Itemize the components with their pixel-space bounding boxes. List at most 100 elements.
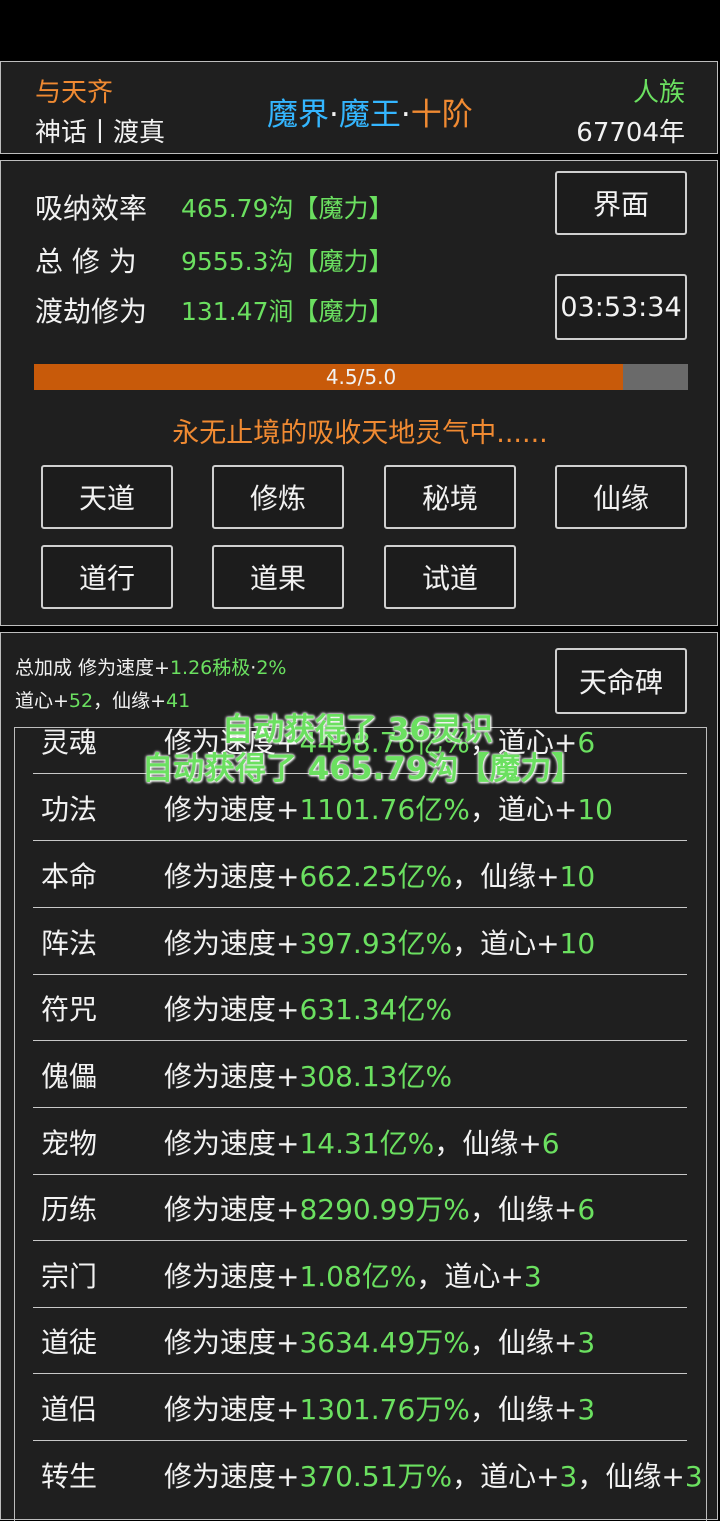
bonus-row-desc: 修为速度+397.93亿%，道心+10: [164, 922, 595, 962]
bonus-row: 转生 修为速度+370.51万%，道心+3，仙缘+3: [33, 1441, 703, 1508]
action-daoxing[interactable]: 道行: [41, 545, 173, 609]
action-xianyuan[interactable]: 仙缘: [555, 465, 687, 529]
bonus-row-extra-label: ，道心+: [416, 1260, 524, 1293]
bonus-row-value: 1.08亿%: [299, 1260, 417, 1293]
bonus-row-prefix: 修为速度+: [164, 1193, 300, 1226]
bonus-row-extra2-val: 3: [684, 1460, 703, 1493]
bonus-row-prefix: 修为速度+: [164, 860, 300, 893]
bonus-row-prefix: 修为速度+: [164, 1326, 300, 1359]
bonus-row-extra2-label: ，仙缘+: [577, 1460, 685, 1493]
years-label: 67704年: [576, 118, 685, 148]
bonus-row-extra-label: ，道心+: [452, 927, 560, 960]
bonus-row-extra-val: 6: [577, 1193, 596, 1226]
interface-button[interactable]: 界面: [555, 171, 687, 235]
bonus-row-prefix: 修为速度+: [164, 1460, 300, 1493]
bonus-row-desc: 修为速度+1301.76万%，仙缘+3: [164, 1388, 595, 1428]
bonus-row-name: 本命: [41, 860, 98, 893]
world-dot-2: ·: [400, 97, 411, 133]
bonus-row-desc: 修为速度+370.51万%，道心+3，仙缘+3: [164, 1455, 703, 1495]
world-part-1: 魔界: [267, 97, 329, 133]
bonus-row: 宗门 修为速度+1.08亿%，道心+3: [33, 1241, 687, 1308]
bonus-row-extra-label: ，道心+: [469, 793, 578, 826]
stele-button[interactable]: 天命碑: [555, 648, 687, 714]
bonus-row-value: 3634.49万%: [299, 1326, 470, 1359]
bonus-row-name: 道徒: [41, 1326, 98, 1359]
stat-value-absorb: 465.79沟【魔力】: [181, 194, 394, 223]
bonus-row-extra-label: ，仙缘+: [434, 1127, 542, 1160]
bonus-row-value: 370.51万%: [299, 1460, 453, 1493]
bonus-row-prefix: 修为速度+: [164, 1127, 300, 1160]
bonus-row: 宠物 修为速度+14.31亿%，仙缘+6: [33, 1108, 687, 1175]
bonus-row: 阵法 修为速度+397.93亿%，道心+10: [33, 908, 687, 975]
stat-label-tribulation: 渡劫修为: [35, 295, 148, 328]
bonus-row: 本命 修为速度+662.25亿%，仙缘+10: [33, 841, 687, 908]
progress-text: 4.5/5.0: [325, 365, 397, 389]
bonus-row-value: 631.34亿%: [299, 993, 453, 1026]
bonus-row-extra-val: 10: [559, 860, 596, 893]
bonus-row-name: 阵法: [41, 927, 98, 960]
bonus-prefix: 总加成 修为速度+: [15, 657, 170, 679]
bonus-row-desc: 修为速度+1.08亿%，道心+3: [164, 1255, 542, 1295]
world-part-2: 魔王: [338, 97, 401, 133]
progress-bar: 4.5/5.0: [34, 364, 688, 390]
bonus-row-name: 宠物: [41, 1127, 98, 1160]
bonus-row-name: 功法: [41, 793, 98, 826]
bonus-row-prefix: 修为速度+: [164, 793, 300, 826]
bonus-row-name: 傀儡: [41, 1060, 98, 1093]
bonus-line-1: 总加成 修为速度+1.26秭极·2%: [15, 653, 286, 680]
world-part-3: 十阶: [410, 97, 473, 133]
bonus-row-value: 8290.99万%: [299, 1193, 470, 1226]
bonus-row-name: 道侣: [41, 1393, 98, 1426]
world-title: 魔界·魔王·十阶: [267, 89, 473, 134]
bonus-row-value: 1101.76亿%: [299, 793, 470, 826]
bonus-row-value: 397.93亿%: [299, 927, 453, 960]
bonus-row-prefix: 修为速度+: [164, 1060, 300, 1093]
bonus-row-prefix: 修为速度+: [164, 927, 300, 960]
action-tiandao[interactable]: 天道: [41, 465, 173, 529]
bonus-row: 历练 修为速度+8290.99万%，仙缘+6: [33, 1174, 687, 1241]
bonus-row-extra-val: 3: [523, 1260, 542, 1293]
bonus-row-extra-val: 10: [577, 793, 613, 826]
bonus-row: 傀儡 修为速度+308.13亿%: [33, 1041, 687, 1108]
bonus-row-name: 转生: [41, 1460, 98, 1493]
bonus-row-desc: 修为速度+662.25亿%，仙缘+10: [164, 855, 595, 895]
bonus-row-prefix: 修为速度+: [164, 1393, 300, 1426]
bonus-row-extra-val: 3: [577, 1326, 596, 1359]
rank-line: 神话丨渡真: [35, 118, 166, 148]
bonus-row-desc: 修为速度+631.34亿%: [164, 988, 452, 1028]
stat-value-total: 9555.3沟【魔力】: [181, 247, 394, 276]
bonus-row-extra-label: ，道心+: [452, 1460, 560, 1493]
cultivation-panel: 吸纳效率 465.79沟【魔力】 总 修 为 9555.3沟【魔力】 渡劫修为 …: [0, 160, 718, 626]
bonus-row-extra-label: ，仙缘+: [469, 1393, 578, 1426]
status-text: 永无止境的吸收天地灵气中......: [172, 418, 548, 449]
bonus-row-value: 308.13亿%: [299, 1060, 453, 1093]
stat-label-total: 总 修 为: [35, 245, 137, 278]
action-mijing[interactable]: 秘境: [384, 465, 516, 529]
bonus-row-value: 662.25亿%: [299, 860, 453, 893]
action-daoguo[interactable]: 道果: [212, 545, 344, 609]
bonus-row-extra-label: ，仙缘+: [452, 860, 560, 893]
bonus-row-desc: 修为速度+3634.49万%，仙缘+3: [164, 1321, 595, 1361]
bonus-row-extra-label: ，仙缘+: [469, 1326, 578, 1359]
bonus-row-value: 14.31亿%: [299, 1127, 435, 1160]
bonus-value: 1.26秭极: [169, 657, 251, 679]
bonus-row-name: 历练: [41, 1193, 98, 1226]
bonus-row: 符咒 修为速度+631.34亿%: [33, 974, 687, 1041]
timer-display: 03:53:34: [555, 274, 687, 340]
bonus-row-desc: 修为速度+308.13亿%: [164, 1055, 452, 1095]
bonus-row-desc: 修为速度+14.31亿%，仙缘+6: [164, 1122, 560, 1162]
bonus-row-extra-val: 6: [541, 1127, 560, 1160]
bonus-row-extra-val: 3: [577, 1393, 596, 1426]
stat-label-absorb: 吸纳效率: [35, 192, 148, 225]
bonus-row-name: 灵魂: [41, 726, 98, 759]
action-xiulian[interactable]: 修炼: [212, 465, 344, 529]
action-shidao[interactable]: 试道: [384, 545, 516, 609]
race-label: 人族: [632, 78, 685, 108]
bonus-row: 道徒 修为速度+3634.49万%，仙缘+3: [33, 1307, 687, 1374]
bonus-row-extra-val: 3: [559, 1460, 578, 1493]
bonus-row-desc: 修为速度+1101.76亿%，道心+10: [164, 788, 613, 828]
bonus-row-extra-val: 10: [559, 927, 596, 960]
bonus-row-name: 宗门: [41, 1260, 98, 1293]
bonus-row-name: 符咒: [41, 993, 98, 1026]
bonus-row-desc: 修为速度+8290.99万%，仙缘+6: [164, 1188, 595, 1228]
